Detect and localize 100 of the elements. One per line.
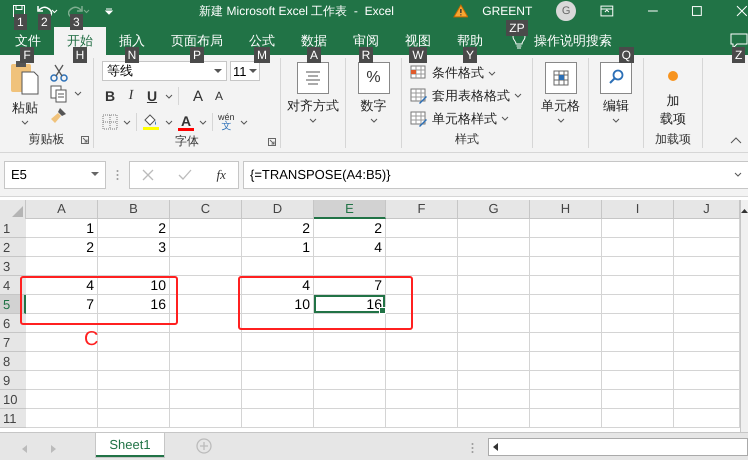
- style-menu-item[interactable]: 单元格样式: [432, 110, 497, 128]
- grid-cell[interactable]: [314, 257, 386, 276]
- grid-cell[interactable]: [458, 257, 530, 276]
- grid-cell[interactable]: [458, 409, 530, 428]
- caret-icon[interactable]: [488, 70, 496, 76]
- caret-icon[interactable]: [240, 120, 248, 124]
- grid-cell[interactable]: [242, 257, 314, 276]
- grid-cell[interactable]: [98, 314, 170, 333]
- fill-color-icon[interactable]: [142, 113, 160, 131]
- maximize-icon[interactable]: [691, 5, 704, 17]
- comment-icon[interactable]: [730, 32, 748, 48]
- grid-cell[interactable]: [458, 238, 530, 257]
- grid-cell[interactable]: [242, 314, 314, 333]
- grid-cell[interactable]: [602, 257, 674, 276]
- column-header[interactable]: H: [530, 200, 602, 219]
- grid-cell[interactable]: [602, 314, 674, 333]
- grid-cell[interactable]: [26, 409, 98, 428]
- add-ins-button[interactable]: 加 载项: [660, 58, 686, 128]
- grid-cell[interactable]: [602, 371, 674, 390]
- ribbon-display-icon[interactable]: [600, 5, 614, 17]
- dialog-launcher-icon[interactable]: [81, 136, 89, 144]
- grid-cell[interactable]: [458, 314, 530, 333]
- dropdown-arrow-icon[interactable]: [214, 68, 222, 74]
- grid-cell[interactable]: [26, 257, 98, 276]
- grid-cell[interactable]: [98, 409, 170, 428]
- grid-cell[interactable]: [98, 333, 170, 352]
- grid-cell[interactable]: [314, 314, 386, 333]
- caret-icon[interactable]: [165, 94, 173, 98]
- caret-icon[interactable]: [165, 120, 173, 124]
- grid-cell[interactable]: [602, 295, 674, 314]
- row-header[interactable]: 3: [0, 257, 26, 276]
- row-header[interactable]: 4: [0, 276, 26, 295]
- grid-cell[interactable]: [458, 276, 530, 295]
- row-header[interactable]: 8: [0, 352, 26, 371]
- grid-cell[interactable]: [386, 409, 458, 428]
- grid-cell[interactable]: [530, 333, 602, 352]
- grid-cell[interactable]: [98, 257, 170, 276]
- grid-cell[interactable]: 7: [26, 295, 98, 314]
- grid-cell[interactable]: [170, 238, 242, 257]
- vertical-scrollbar[interactable]: [740, 200, 748, 432]
- style-menu-item[interactable]: 条件格式: [432, 64, 484, 82]
- style-menu-item[interactable]: 套用表格格式: [432, 86, 510, 105]
- grid-cell[interactable]: [458, 352, 530, 371]
- dialog-launcher-icon[interactable]: [268, 138, 276, 146]
- increase-font-button[interactable]: A: [190, 88, 206, 104]
- row-header[interactable]: 2: [0, 238, 26, 257]
- grid-cell[interactable]: [26, 371, 98, 390]
- font-size-field[interactable]: 11: [230, 61, 260, 81]
- grid-cell[interactable]: [170, 276, 242, 295]
- undo-button[interactable]: [36, 4, 58, 18]
- grid-cell[interactable]: [458, 295, 530, 314]
- grid-cell[interactable]: 2: [242, 219, 314, 238]
- scroll-left-icon[interactable]: [493, 443, 499, 451]
- grid-cell[interactable]: [170, 295, 242, 314]
- save-button[interactable]: [12, 4, 26, 18]
- grid-cell[interactable]: [314, 390, 386, 409]
- dropdown-arrow-icon[interactable]: [91, 172, 99, 177]
- sheet-tab[interactable]: Sheet1: [96, 433, 164, 457]
- add-sheet-icon[interactable]: [196, 438, 212, 454]
- caret-icon[interactable]: [501, 116, 509, 122]
- grid-cell[interactable]: [242, 390, 314, 409]
- cancel-icon[interactable]: [142, 168, 154, 180]
- grid-cell[interactable]: [530, 371, 602, 390]
- grid-cell[interactable]: [602, 409, 674, 428]
- cells-button[interactable]: 单元格: [533, 58, 588, 123]
- font-name-field[interactable]: 等线: [102, 61, 227, 81]
- underline-button[interactable]: U: [144, 88, 160, 104]
- grid-cell[interactable]: [458, 219, 530, 238]
- grid-cell[interactable]: 3: [98, 238, 170, 257]
- grid-cell[interactable]: 10: [98, 276, 170, 295]
- grid-cell[interactable]: [170, 219, 242, 238]
- grid-cell[interactable]: [170, 352, 242, 371]
- font-color-button[interactable]: A: [178, 114, 194, 130]
- grid-cell[interactable]: [98, 390, 170, 409]
- row-header[interactable]: 5: [0, 295, 26, 314]
- next-sheet-icon[interactable]: [50, 445, 56, 453]
- column-header[interactable]: G: [458, 200, 530, 219]
- row-header[interactable]: 7: [0, 333, 26, 352]
- grid-cell[interactable]: [530, 352, 602, 371]
- grid-cell[interactable]: 4: [314, 238, 386, 257]
- grid-cell[interactable]: [458, 390, 530, 409]
- grid-cell[interactable]: 1: [26, 219, 98, 238]
- column-header[interactable]: F: [386, 200, 458, 219]
- grid-cell[interactable]: [386, 276, 458, 295]
- caret-icon[interactable]: [74, 91, 82, 96]
- grid-cell[interactable]: [242, 371, 314, 390]
- grid-cell[interactable]: [602, 219, 674, 238]
- row-header[interactable]: 9: [0, 371, 26, 390]
- enter-check-icon[interactable]: [178, 168, 192, 180]
- format-painter-icon[interactable]: [50, 106, 68, 124]
- grid-cell[interactable]: [386, 352, 458, 371]
- row-header[interactable]: 10: [0, 390, 26, 409]
- column-header[interactable]: I: [602, 200, 674, 219]
- dropdown-arrow-icon[interactable]: [249, 68, 257, 74]
- drag-handle-icon[interactable]: [471, 442, 474, 454]
- grid-cell[interactable]: 10: [242, 295, 314, 314]
- name-box[interactable]: E5: [4, 160, 106, 188]
- grid-cell[interactable]: [602, 276, 674, 295]
- grid-cell[interactable]: 4: [242, 276, 314, 295]
- grid-cell[interactable]: [386, 333, 458, 352]
